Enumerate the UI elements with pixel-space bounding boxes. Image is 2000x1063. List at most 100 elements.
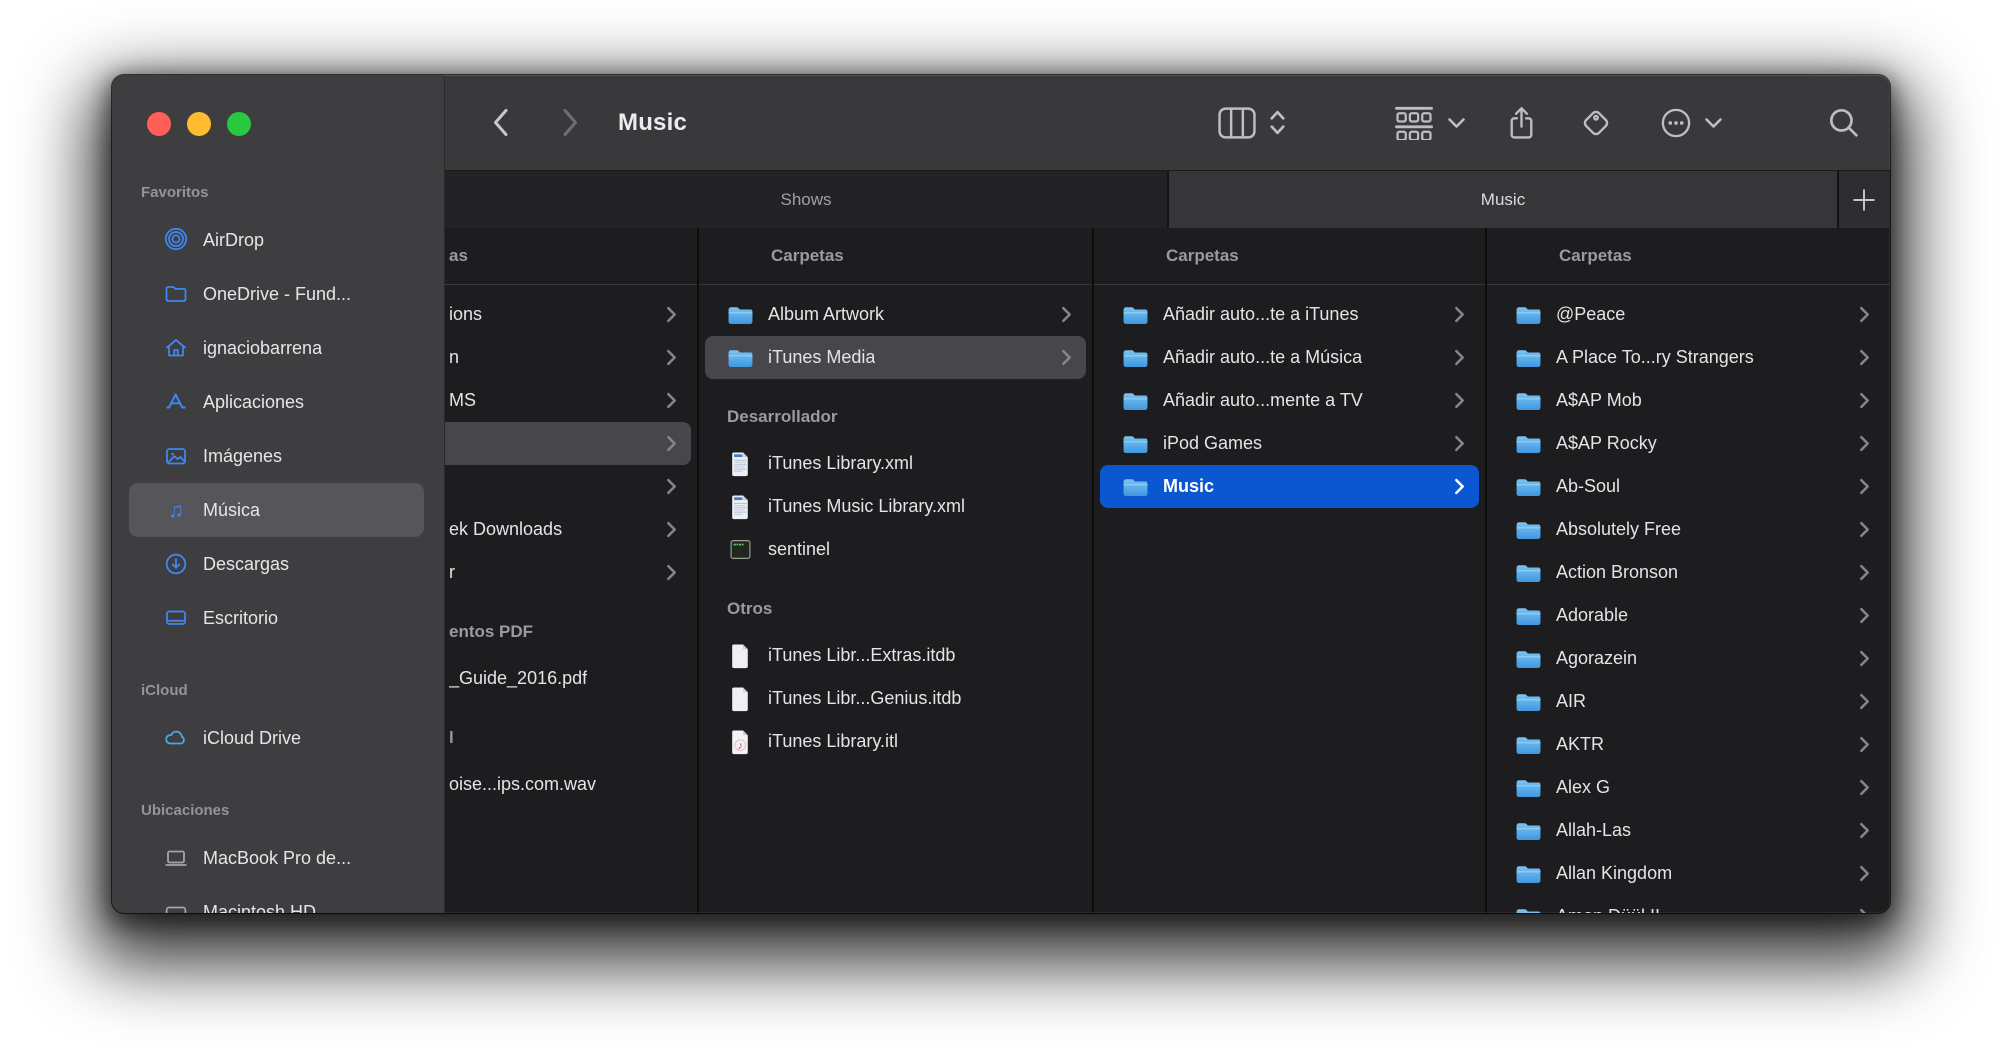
chevron-right-icon [658,349,677,366]
file-row-oise-ips-com-wav[interactable]: oise...ips.com.wav [445,763,691,806]
folder-row-ab-soul[interactable]: Ab-Soul [1493,465,1884,508]
tab-music[interactable]: Music [1169,171,1837,228]
sidebar-section-icloud: iCloudiCloud Drive [112,677,444,765]
folder-row-allah-las[interactable]: Allah-Las [1493,809,1884,852]
row-label: r [449,562,455,583]
minimize-button[interactable] [187,112,211,136]
row-label: Adorable [1556,605,1628,626]
folder-row-a-ap-mob[interactable]: A$AP Mob [1493,379,1884,422]
tag-icon[interactable] [1578,75,1614,170]
file-row-itunes-library-xml[interactable]: iTunes Library.xml [705,442,1086,485]
chevron-right-icon [1851,521,1870,538]
folder-row-a-adir-auto-te-a-m-sica[interactable]: Añadir auto...te a Música [1100,336,1479,379]
column-section-header: Otros [705,594,1086,624]
sidebar-item-label: Descargas [203,554,289,575]
file-row-item[interactable] [445,422,691,465]
folder-row-ipod-games[interactable]: iPod Games [1100,422,1479,465]
more-options-icon[interactable] [1655,75,1697,170]
folder-row-amon-d-l-ii[interactable]: Amon Düül II [1493,895,1884,913]
appstore-icon [162,389,190,415]
sidebar-item-icloud-drive[interactable]: iCloud Drive [129,711,424,765]
folder-row-absolutely-free[interactable]: Absolutely Free [1493,508,1884,551]
sidebar-item-airdrop[interactable]: AirDrop [129,213,424,267]
column-header: Carpetas [1094,228,1485,285]
column-section-label: l [449,728,454,748]
row-label: Amon Düül II [1556,906,1660,913]
file-row-ek-downloads[interactable]: ek Downloads [445,508,691,551]
row-label: A Place To...ry Strangers [1556,347,1754,368]
folder-row-a-adir-auto-mente-a-tv[interactable]: Añadir auto...mente a TV [1100,379,1479,422]
view-picker-chevrons-icon[interactable] [1268,75,1286,170]
folder-row-a-ap-rocky[interactable]: A$AP Rocky [1493,422,1884,465]
file-row-ions[interactable]: ions [445,293,691,336]
back-button[interactable] [485,75,515,170]
sidebar-item-ignaciobarrena[interactable]: ignaciobarrena [129,321,424,375]
forward-button[interactable] [555,75,585,170]
file-row-itunes-libr-extras-itdb[interactable]: iTunes Libr...Extras.itdb [705,634,1086,677]
zoom-button[interactable] [227,112,251,136]
chevron-right-icon [1851,650,1870,667]
new-tab-button[interactable] [1837,171,1889,228]
close-button[interactable] [147,112,171,136]
file-row-sentinel[interactable]: sentinel [705,528,1086,571]
folder-row-allan-kingdom[interactable]: Allan Kingdom [1493,852,1884,895]
view-columns-icon[interactable] [1218,75,1256,170]
sidebar-item-label: AirDrop [203,230,264,251]
chevron-right-icon [658,392,677,409]
share-icon[interactable] [1503,75,1539,170]
sidebar-item-m-sica[interactable]: ♫Música [129,483,424,537]
folder-row-a-place-to-ry-strangers[interactable]: A Place To...ry Strangers [1493,336,1884,379]
chevron-right-icon [1053,306,1072,323]
file-row-r[interactable]: r [445,551,691,594]
group-icon[interactable] [1394,75,1434,170]
folder-row-peace[interactable]: @Peace [1493,293,1884,336]
sidebar-item-im-genes[interactable]: Imágenes [129,429,424,483]
folder-row-a-adir-auto-te-a-itunes[interactable]: Añadir auto...te a iTunes [1100,293,1479,336]
desktop-icon [162,605,190,631]
toolbar: Music [445,75,1890,170]
file-row-itunes-libr-genius-itdb[interactable]: iTunes Libr...Genius.itdb [705,677,1086,720]
window-title: Music [618,75,687,170]
file-row-guide-2016-pdf[interactable]: _Guide_2016.pdf [445,657,691,700]
file-row-ms[interactable]: MS [445,379,691,422]
chevron-right-icon [1053,349,1072,366]
sidebar-section-title: Favoritos [112,179,444,207]
main-area: Music Shows Music [444,75,1890,913]
folder-icon [1515,431,1542,456]
folder-icon [1515,646,1542,671]
sidebar-item-label: ignaciobarrena [203,338,322,359]
search-icon[interactable] [1826,75,1862,170]
sidebar-item-onedrive-fund[interactable]: OneDrive - Fund... [129,267,424,321]
sidebar-item-macintosh-hd[interactable]: Macintosh HD [129,885,424,913]
folder-row-air[interactable]: AIR [1493,680,1884,723]
file-row-item[interactable] [445,465,691,508]
row-label: iTunes Music Library.xml [768,496,965,517]
folder-row-itunes-media[interactable]: iTunes Media [705,336,1086,379]
folder-row-adorable[interactable]: Adorable [1493,594,1884,637]
file-row-itunes-library-itl[interactable]: ♪iTunes Library.itl [705,720,1086,763]
sidebar-item-label: OneDrive - Fund... [203,284,351,305]
sidebar-item-descargas[interactable]: Descargas [129,537,424,591]
folder-icon [727,345,754,370]
file-row-itunes-music-library-xml[interactable]: iTunes Music Library.xml [705,485,1086,528]
row-label: Absolutely Free [1556,519,1681,540]
folder-row-action-bronson[interactable]: Action Bronson [1493,551,1884,594]
column-section-header: l [445,723,691,753]
file-row-n[interactable]: n [445,336,691,379]
row-label: iTunes Media [768,347,875,368]
folder-row-album-artwork[interactable]: Album Artwork [705,293,1086,336]
more-chevron-down-icon[interactable] [1703,75,1723,170]
tab-shows[interactable]: Shows [445,171,1169,228]
finder-column-2: CarpetasAlbum ArtworkiTunes MediaDesarro… [699,228,1094,913]
sidebar-item-escritorio[interactable]: Escritorio [129,591,424,645]
folder-row-agorazein[interactable]: Agorazein [1493,637,1884,680]
chevron-right-icon [1446,435,1465,452]
folder-row-alex-g[interactable]: Alex G [1493,766,1884,809]
row-label: iTunes Library.itl [768,731,898,752]
group-chevron-down-icon[interactable] [1446,75,1466,170]
folder-row-music[interactable]: Music [1100,465,1479,508]
sidebar-item-macbook-pro-de[interactable]: MacBook Pro de... [129,831,424,885]
folder-row-aktr[interactable]: AKTR [1493,723,1884,766]
sidebar-item-aplicaciones[interactable]: Aplicaciones [129,375,424,429]
tab-bar: Shows Music [445,170,1890,228]
